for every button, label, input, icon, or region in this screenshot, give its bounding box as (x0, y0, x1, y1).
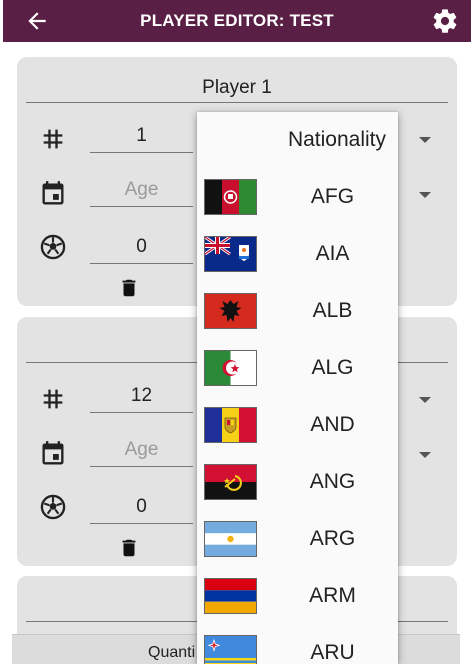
hash-icon (43, 129, 63, 149)
number-field[interactable]: 12 (90, 383, 193, 413)
country-code: AND (310, 413, 355, 436)
dropdown-header[interactable]: Nationality (197, 112, 398, 169)
gear-icon[interactable] (431, 7, 459, 35)
country-code: ARG (309, 527, 356, 550)
country-code: AFG (310, 185, 355, 208)
calendar-icon (42, 181, 64, 205)
albania-flag-icon (204, 293, 257, 329)
country-code: ARM (309, 584, 356, 607)
player-name-field[interactable]: Player 1 (26, 69, 448, 103)
dropdown-item[interactable]: ARU (197, 625, 398, 664)
country-code: ARU (310, 641, 355, 664)
app-bar: PLAYER EDITOR: TEST (3, 0, 471, 42)
armenia-flag-icon (204, 578, 257, 614)
country-code: ANG (309, 470, 356, 493)
dropdown-item[interactable]: ALG (197, 340, 398, 397)
dropdown-item[interactable]: ANG (197, 454, 398, 511)
dropdown-item[interactable]: AIA (197, 226, 398, 283)
page-title: PLAYER EDITOR: TEST (140, 11, 334, 30)
calendar-icon (42, 441, 64, 465)
dropdown-item[interactable]: AND (197, 397, 398, 454)
goals-field[interactable]: 0 (90, 494, 193, 524)
nationality-dropdown: Nationality AFG AIA ALB ALG AND ANG ARG … (197, 112, 398, 664)
country-code: ALG (311, 356, 354, 379)
age-field[interactable]: Age (90, 437, 193, 467)
chevron-down-icon[interactable] (419, 397, 431, 403)
goals-field[interactable]: 0 (90, 234, 193, 264)
hash-icon (43, 389, 63, 409)
andorra-flag-icon (204, 407, 257, 443)
trash-icon[interactable] (118, 275, 140, 301)
algeria-flag-icon (204, 350, 257, 386)
number-field[interactable]: 1 (90, 123, 193, 153)
soccer-ball-icon (40, 234, 66, 260)
trash-icon[interactable] (118, 535, 140, 561)
dropdown-item[interactable]: ALB (197, 283, 398, 340)
dropdown-item[interactable]: AFG (197, 169, 398, 226)
country-code: ALB (312, 299, 353, 322)
afghanistan-flag-icon (204, 179, 257, 215)
angola-flag-icon (204, 464, 257, 500)
chevron-down-icon[interactable] (419, 452, 431, 458)
chevron-down-icon[interactable] (419, 137, 431, 143)
age-field[interactable]: Age (90, 177, 193, 207)
argentina-flag-icon (204, 521, 257, 557)
chevron-down-icon[interactable] (419, 192, 431, 198)
dropdown-item[interactable]: ARG (197, 511, 398, 568)
country-code: AIA (315, 242, 350, 265)
aruba-flag-icon (204, 635, 257, 664)
dropdown-item[interactable]: ARM (197, 568, 398, 625)
anguilla-flag-icon (204, 236, 257, 272)
soccer-ball-icon (40, 494, 66, 520)
